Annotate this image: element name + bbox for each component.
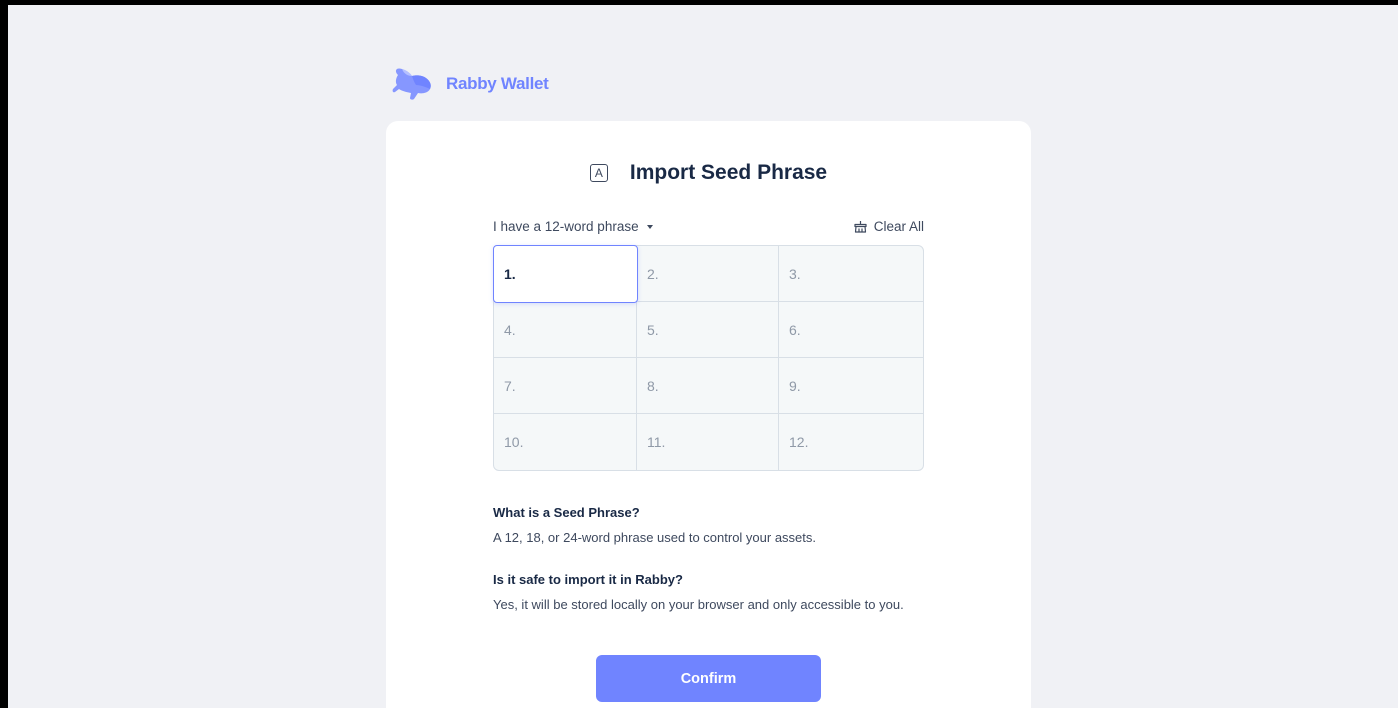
faq-answer: A 12, 18, or 24-word phrase used to cont… bbox=[493, 530, 817, 545]
seed-word-input-8[interactable]: 8. bbox=[637, 358, 779, 414]
seed-word-input-5[interactable]: 5. bbox=[637, 302, 779, 358]
import-seed-card: A Import Seed Phrase I have a 12-word ph… bbox=[386, 121, 1031, 708]
broom-icon bbox=[854, 221, 867, 233]
seed-word-input-3[interactable]: 3. bbox=[779, 246, 923, 302]
seed-word-input-1[interactable]: 1. bbox=[493, 245, 638, 303]
word-count-dropdown[interactable]: I have a 12-word phrase bbox=[493, 219, 653, 234]
faq-question: What is a Seed Phrase? bbox=[493, 505, 640, 520]
seed-phrase-grid: 1. 2. 3. 4. 5. 6. 7. 8. 9. 10. 11. 12. bbox=[493, 245, 924, 471]
app-window: Rabby Wallet A Import Seed Phrase I have… bbox=[8, 5, 1398, 708]
faq-item: What is a Seed Phrase? A 12, 18, or 24-w… bbox=[493, 505, 993, 545]
seed-word-input-10[interactable]: 10. bbox=[494, 414, 637, 470]
rabbit-logo-icon bbox=[392, 65, 438, 103]
seed-word-input-9[interactable]: 9. bbox=[779, 358, 923, 414]
card-header: A Import Seed Phrase bbox=[386, 161, 1031, 185]
letter-a-icon: A bbox=[589, 164, 608, 182]
faq-question: Is it safe to import it in Rabby? bbox=[493, 572, 683, 587]
brand-header: Rabby Wallet bbox=[392, 65, 549, 103]
clear-all-button[interactable]: Clear All bbox=[853, 219, 924, 234]
page-title: Import Seed Phrase bbox=[629, 161, 828, 184]
clear-all-label: Clear All bbox=[873, 219, 924, 234]
caret-down-icon bbox=[646, 224, 653, 229]
seed-toolbar: I have a 12-word phrase Clear All bbox=[493, 219, 924, 234]
seed-word-input-2[interactable]: 2. bbox=[637, 246, 779, 302]
seed-word-input-7[interactable]: 7. bbox=[494, 358, 637, 414]
seed-word-input-11[interactable]: 11. bbox=[637, 414, 779, 470]
brand-name: Rabby Wallet bbox=[446, 74, 549, 93]
seed-word-input-4[interactable]: 4. bbox=[494, 302, 637, 358]
seed-word-input-6[interactable]: 6. bbox=[779, 302, 923, 358]
word-count-label: I have a 12-word phrase bbox=[493, 219, 639, 234]
seed-word-input-12[interactable]: 12. bbox=[779, 414, 923, 470]
faq-item: Is it safe to import it in Rabby? Yes, i… bbox=[493, 572, 993, 612]
confirm-button[interactable]: Confirm bbox=[596, 655, 821, 702]
faq-answer: Yes, it will be stored locally on your b… bbox=[493, 597, 904, 612]
